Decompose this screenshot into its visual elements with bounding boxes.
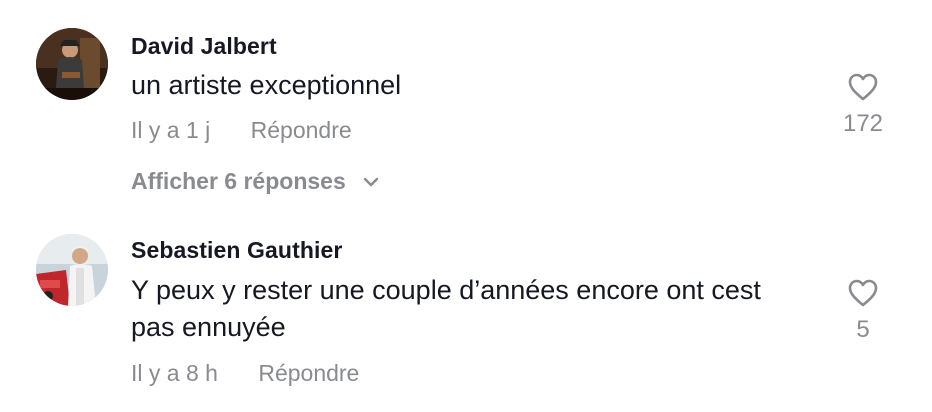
comment-username[interactable]: Sebastien Gauthier xyxy=(131,237,342,264)
comment-item: Sebastien Gauthier Y peux y rester une c… xyxy=(0,210,932,412)
like-button[interactable]: 5 xyxy=(833,278,893,344)
avatar-image xyxy=(36,28,108,100)
comment-item: David Jalbert un artiste exceptionnel Il… xyxy=(0,0,932,210)
reply-button[interactable]: Répondre xyxy=(258,360,359,387)
heart-icon xyxy=(847,278,879,308)
like-button[interactable]: 172 xyxy=(833,72,893,138)
view-replies-label: Afficher 6 réponses xyxy=(131,168,346,194)
view-replies-button[interactable]: Afficher 6 réponses xyxy=(131,168,380,195)
comment-text: un artiste exceptionnel xyxy=(131,70,402,100)
avatar[interactable] xyxy=(36,28,108,100)
like-count: 172 xyxy=(842,110,884,137)
like-count: 5 xyxy=(856,316,870,343)
avatar[interactable] xyxy=(36,234,108,306)
avatar-image xyxy=(36,234,108,306)
chevron-down-icon xyxy=(362,167,380,194)
comment-text: Y peux y rester une couple d’années enco… xyxy=(131,275,761,342)
comment-meta: Il y a 1 j Répondre xyxy=(131,117,352,144)
reply-button[interactable]: Répondre xyxy=(251,117,352,144)
comment-timestamp: Il y a 1 j xyxy=(131,117,211,143)
heart-icon xyxy=(847,72,879,102)
comment-meta: Il y a 8 h Répondre xyxy=(131,360,359,387)
comment-username[interactable]: David Jalbert xyxy=(131,33,277,60)
comment-timestamp: Il y a 8 h xyxy=(131,360,218,386)
